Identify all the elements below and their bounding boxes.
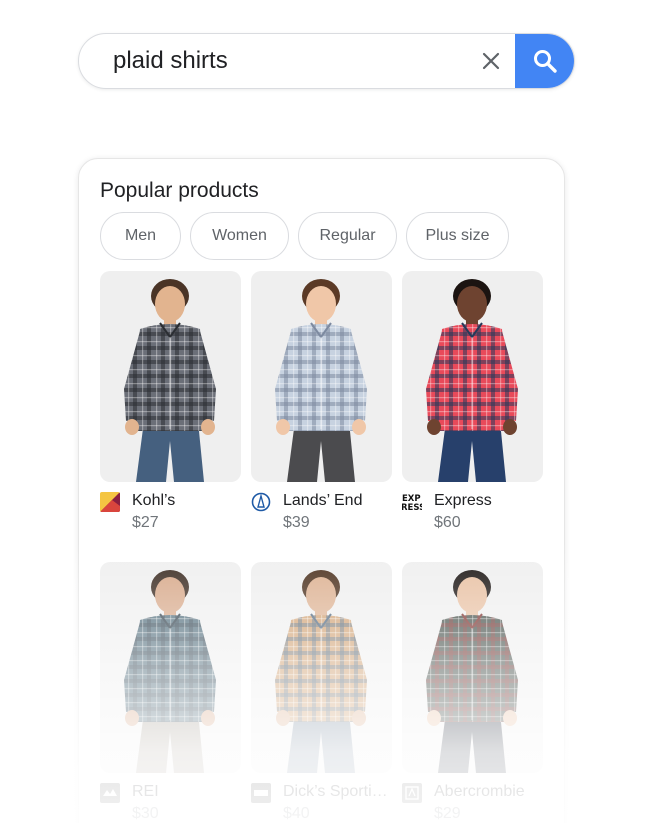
price: $30: [132, 805, 159, 822]
price: $39: [283, 514, 310, 531]
lands-end-logo: [251, 492, 271, 512]
price: $29: [434, 805, 461, 822]
popular-products-card: Popular products Men Women Regular Plus …: [78, 158, 565, 823]
store-name: REI: [132, 783, 159, 800]
product-photo: [275, 570, 367, 773]
clear-search-button[interactable]: [475, 45, 507, 77]
model-figure: [275, 279, 367, 482]
model-figure: [124, 279, 216, 482]
product-photo: [426, 279, 518, 482]
search-icon: [534, 50, 557, 73]
abercrombie-logo: [402, 783, 422, 803]
search-button[interactable]: [515, 34, 574, 88]
store-name: Kohl’s: [132, 492, 176, 509]
chip-women[interactable]: Women: [190, 212, 289, 260]
card-title: Popular products: [100, 179, 259, 202]
price: $60: [434, 514, 461, 531]
chip-regular[interactable]: Regular: [298, 212, 397, 260]
product-grid: Kohl’s $27 Lands’ End $39 EXPRESS: [100, 271, 544, 823]
store-name: Dick’s Sporting Goods: [283, 783, 392, 800]
express-logo: EXPRESS: [402, 492, 422, 512]
dicks-logo: [251, 783, 271, 803]
product-card[interactable]: Kohl’s $27: [100, 271, 241, 546]
price: $27: [132, 514, 159, 531]
store-name: Express: [434, 492, 492, 509]
product-photo: [124, 570, 216, 773]
product-photo: [426, 570, 518, 773]
rei-logo: [100, 783, 120, 803]
chip-plus-size[interactable]: Plus size: [406, 212, 509, 260]
filter-chips: Men Women Regular Plus size: [100, 212, 518, 260]
model-figure: [426, 279, 518, 482]
product-image[interactable]: [100, 562, 241, 773]
store-name: Abercrombie: [434, 783, 525, 800]
product-image[interactable]: [100, 271, 241, 482]
search-bar: [78, 33, 575, 89]
product-card[interactable]: Lands’ End $39: [251, 271, 392, 546]
product-image[interactable]: [251, 562, 392, 773]
search-input[interactable]: [113, 34, 473, 88]
chip-men[interactable]: Men: [100, 212, 181, 260]
product-card[interactable]: Abercrombie $29: [402, 562, 543, 823]
product-card[interactable]: REI $30: [100, 562, 241, 823]
model-figure: [426, 570, 518, 773]
product-photo: [124, 279, 216, 482]
product-image[interactable]: [251, 271, 392, 482]
svg-text:RESS: RESS: [402, 503, 422, 512]
store-name: Lands’ End: [283, 492, 363, 509]
product-image[interactable]: [402, 271, 543, 482]
model-figure: [124, 570, 216, 773]
product-image[interactable]: [402, 562, 543, 773]
price: $40: [283, 805, 310, 822]
product-card[interactable]: EXPRESS Express $60: [402, 271, 543, 546]
product-photo: [275, 279, 367, 482]
model-figure: [275, 570, 367, 773]
close-icon: [482, 52, 500, 70]
kohls-logo: [100, 492, 120, 512]
product-card[interactable]: Dick’s Sporting Goods $40: [251, 562, 392, 823]
